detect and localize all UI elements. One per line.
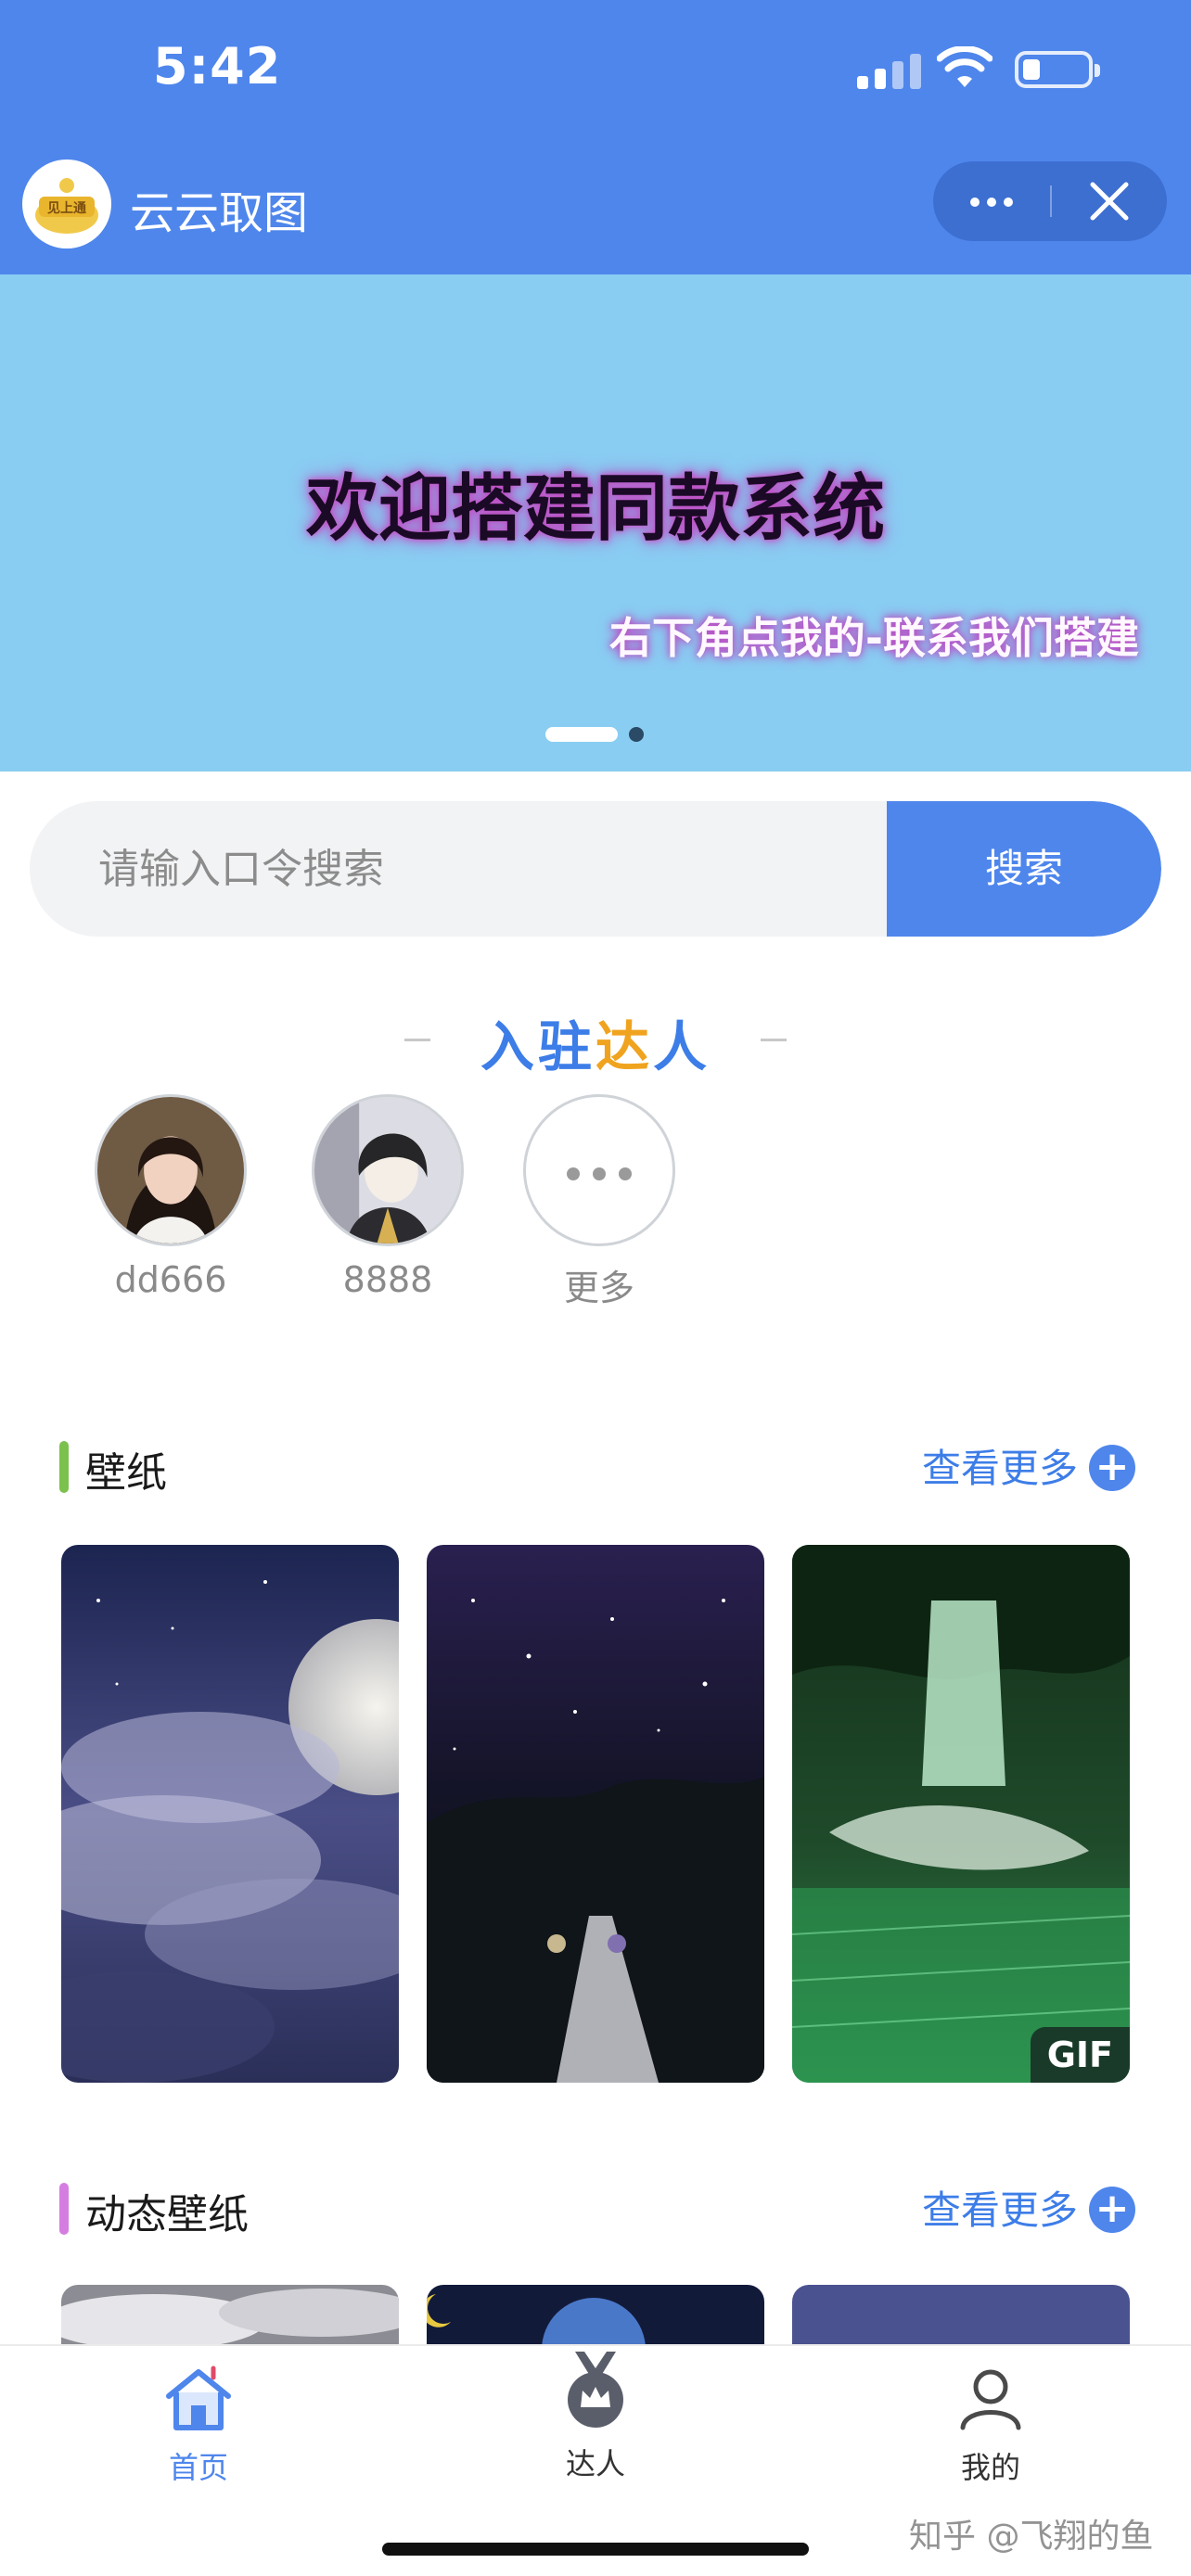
avatar (312, 1094, 464, 1246)
expert-item-dd666[interactable]: dd666 (95, 1094, 247, 1300)
category-accent-bar (59, 2183, 69, 2235)
category-header-live-wallpaper: 动态壁纸 查看更多 + (59, 2175, 1135, 2240)
crown-medal-icon (568, 2352, 623, 2428)
app-title: 云云取图 (130, 187, 309, 239)
tab-experts[interactable]: 达人 (484, 2352, 707, 2483)
tab-label: 首页 (168, 2450, 228, 2485)
close-icon (1090, 182, 1129, 221)
view-more-button[interactable]: 查看更多 + (922, 2179, 1135, 2236)
more-label: 更多 (563, 1268, 634, 1308)
avatar (95, 1094, 247, 1246)
expert-item-8888[interactable]: 8888 (312, 1094, 464, 1300)
category-label: 壁纸 (85, 1449, 167, 1497)
view-more-button[interactable]: 查看更多 + (922, 1437, 1135, 1494)
promo-banner[interactable]: 欢迎搭建同款系统 右下角点我的-联系我们搭建 (0, 274, 1191, 772)
live-wallpaper-thumb[interactable] (427, 2285, 764, 2344)
search-button[interactable]: 搜索 (887, 801, 1161, 937)
blue-moon-image (427, 2285, 764, 2344)
banner-subline: 右下角点我的-联系我们搭建 (608, 613, 1139, 663)
plus-icon: + (1089, 1444, 1135, 1491)
close-button[interactable] (1052, 161, 1167, 241)
plus-icon: + (1089, 2186, 1135, 2233)
mini-program-capsule (933, 161, 1167, 241)
tab-label: 我的 (960, 2450, 1020, 2485)
category-header-wallpaper: 壁纸 查看更多 + (59, 1434, 1135, 1498)
expert-name: dd666 (114, 1259, 227, 1300)
wifi-icon (937, 46, 992, 87)
experts-section-title: 入驻达人 (480, 1015, 711, 1078)
moon-clouds-image (61, 1545, 399, 2083)
expert-name: 8888 (342, 1259, 433, 1300)
live-wallpaper-thumb[interactable] (792, 2285, 1130, 2344)
cellular-signal-icon (857, 52, 922, 89)
gif-badge: GIF (1030, 2027, 1130, 2083)
app-logo: 见上通 (22, 159, 111, 249)
tab-home[interactable]: 首页 (87, 2365, 310, 2487)
status-time: 5:42 (153, 37, 282, 96)
wallpaper-thumb[interactable] (61, 1545, 399, 2083)
svg-text:见上通: 见上通 (47, 201, 86, 216)
category-label: 动态壁纸 (85, 2191, 249, 2238)
search-bar: 搜索 (30, 801, 1161, 937)
carousel-dot[interactable] (629, 727, 644, 742)
carousel-dot-active[interactable] (545, 727, 618, 742)
battery-icon (1015, 51, 1100, 88)
tab-profile[interactable]: 我的 (879, 2365, 1102, 2487)
more-experts-button[interactable]: 更多 (523, 1094, 675, 1310)
home-indicator[interactable] (382, 2543, 809, 2556)
clouds-image (61, 2285, 399, 2344)
watermark: 知乎 @飞翔的鱼 (909, 2518, 1154, 2556)
search-input[interactable] (98, 801, 859, 937)
home-icon (166, 2366, 231, 2430)
live-wallpaper-thumb[interactable] (61, 2285, 399, 2344)
wallpaper-thumb[interactable] (427, 1545, 764, 2083)
more-options-button[interactable] (933, 161, 1050, 241)
more-icon (523, 1094, 675, 1246)
dusk-image (792, 2285, 1130, 2344)
tab-label: 达人 (565, 2446, 625, 2481)
waterfall-image (792, 1545, 1130, 2083)
wallpaper-thumb-gif[interactable]: GIF (792, 1545, 1130, 2083)
starry-stairs-image (427, 1545, 764, 2083)
banner-headline: 欢迎搭建同款系统 (305, 467, 885, 551)
top-bar: 5:42 见上通 云云取图 (0, 0, 1191, 274)
category-accent-bar (59, 1441, 69, 1493)
user-icon (960, 2369, 1021, 2430)
